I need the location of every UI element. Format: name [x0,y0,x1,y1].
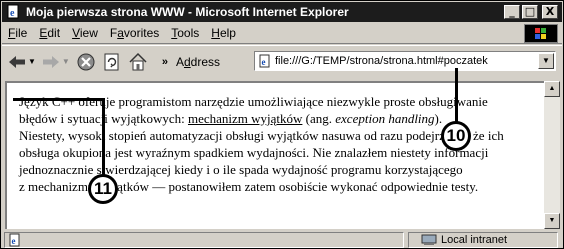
maximize-button[interactable]: □ [522,5,538,19]
toolbar-chevron[interactable]: » [162,56,168,68]
back-dropdown-icon[interactable]: ▼ [28,57,36,66]
menu-favorites[interactable]: Favorites [110,26,159,40]
browser-window: e Moja pierwsza strona WWW - Microsoft I… [0,0,564,249]
window-title: Moja pierwsza strona WWW - Microsoft Int… [26,5,349,19]
scroll-down-icon[interactable]: ▼ [544,213,560,229]
menu-edit[interactable]: Edit [39,26,60,40]
page-content: Język C++ oferuje programistom narzędzie… [5,81,544,229]
address-dropdown-icon[interactable]: ▼ [538,53,554,69]
ie-page-icon: e [6,4,22,20]
home-icon [129,52,147,70]
address-label: Address [175,54,221,69]
standard-toolbar: ▼ ▼ » Address e file:///G:/TEMP/strona/s… [2,45,562,77]
title-bar[interactable]: e Moja pierwsza strona WWW - Microsoft I… [2,2,562,22]
svg-text:e: e [10,8,15,19]
text-line: Niestety, wysoki stopień automatyzacji o… [19,128,504,143]
menu-tools[interactable]: Tools [171,26,199,40]
callout-10-marker: 10 [441,121,471,151]
status-bar: e Local intranet [2,231,562,249]
back-button[interactable]: ▼ [8,50,36,74]
menu-view[interactable]: View [72,26,98,40]
stop-button[interactable] [76,50,96,74]
callout-10-line [455,68,458,126]
svg-text:e: e [12,236,16,246]
page-icon: e [259,54,270,68]
svg-text:e: e [262,57,266,67]
forward-dropdown-icon[interactable]: ▼ [62,57,70,66]
text-line: jednoznacznie stwierdzającej kiedy i o i… [19,162,463,177]
menu-file[interactable]: File [8,26,27,40]
address-bar[interactable]: e file:///G:/TEMP/strona/strona.html#poc… [254,51,556,71]
security-zone: Local intranet [408,232,558,248]
home-button[interactable] [128,50,148,74]
menu-help[interactable]: Help [211,26,236,40]
close-button[interactable]: X [542,5,558,19]
minimize-button[interactable]: _ [504,5,520,19]
windows-logo-throbber-icon [524,24,558,43]
intranet-icon [421,234,437,245]
text-line: obsługa okupiona jest wyraźnym spadkiem … [19,145,489,160]
callout-11-line-vertical [102,98,105,175]
callout-11-line-horizontal [13,98,105,101]
exception-mechanism-link[interactable]: mechanizm wyjątków [188,111,302,126]
text-line: Język C++ oferuje programistom narzędzie… [19,94,488,109]
refresh-icon [104,53,119,70]
refresh-button[interactable] [102,50,122,74]
emphasis-text: exception handling [335,111,435,126]
scroll-up-icon[interactable]: ▲ [544,81,560,97]
callout-11-marker: 11 [88,174,118,204]
status-message: e [4,232,404,248]
stop-icon [77,53,95,70]
page-status-icon: e [9,233,20,247]
vertical-scrollbar[interactable]: ▲ ▼ [544,81,560,229]
forward-button[interactable]: ▼ [42,50,70,74]
forward-icon [42,55,59,68]
address-input[interactable]: file:///G:/TEMP/strona/strona.html#pocza… [275,55,488,67]
zone-label: Local intranet [441,234,508,246]
window-controls: _ □ X [504,5,558,19]
back-icon [9,55,25,68]
menu-bar: File Edit View Favorites Tools Help [2,23,562,44]
